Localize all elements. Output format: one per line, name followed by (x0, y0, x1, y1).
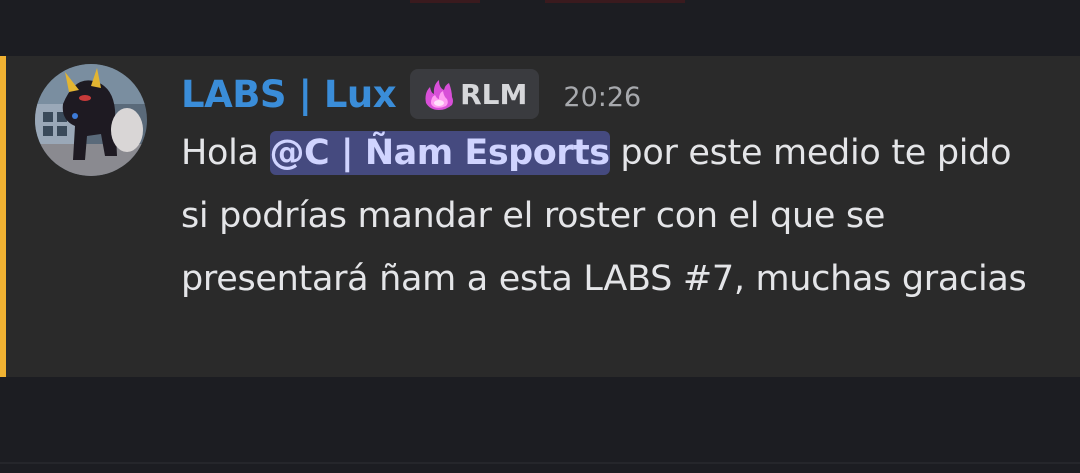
timestamp: 20:26 (563, 81, 642, 113)
chat-message[interactable]: LABS | Lux RLM 20:26 Hola @C | Ñam Espor… (0, 56, 1080, 377)
username[interactable]: LABS | Lux (181, 73, 397, 116)
avatar-image (35, 64, 147, 176)
role-name: RLM (460, 77, 528, 111)
top-divider-accent (545, 0, 685, 3)
previous-message-area (0, 0, 1080, 56)
user-mention[interactable]: @C | Ñam Esports (269, 131, 610, 175)
top-divider-accent (410, 0, 480, 3)
avatar[interactable] (35, 64, 147, 176)
message-header: LABS | Lux RLM 20:26 (181, 66, 641, 122)
bottom-divider (0, 462, 1080, 464)
message-content: Hola @C | Ñam Esports por este medio te … (181, 122, 1041, 311)
mention-highlight-bar (0, 56, 6, 377)
role-badge[interactable]: RLM (410, 69, 540, 119)
message-text-start: Hola (181, 133, 270, 173)
pink-flame-icon (425, 80, 454, 110)
